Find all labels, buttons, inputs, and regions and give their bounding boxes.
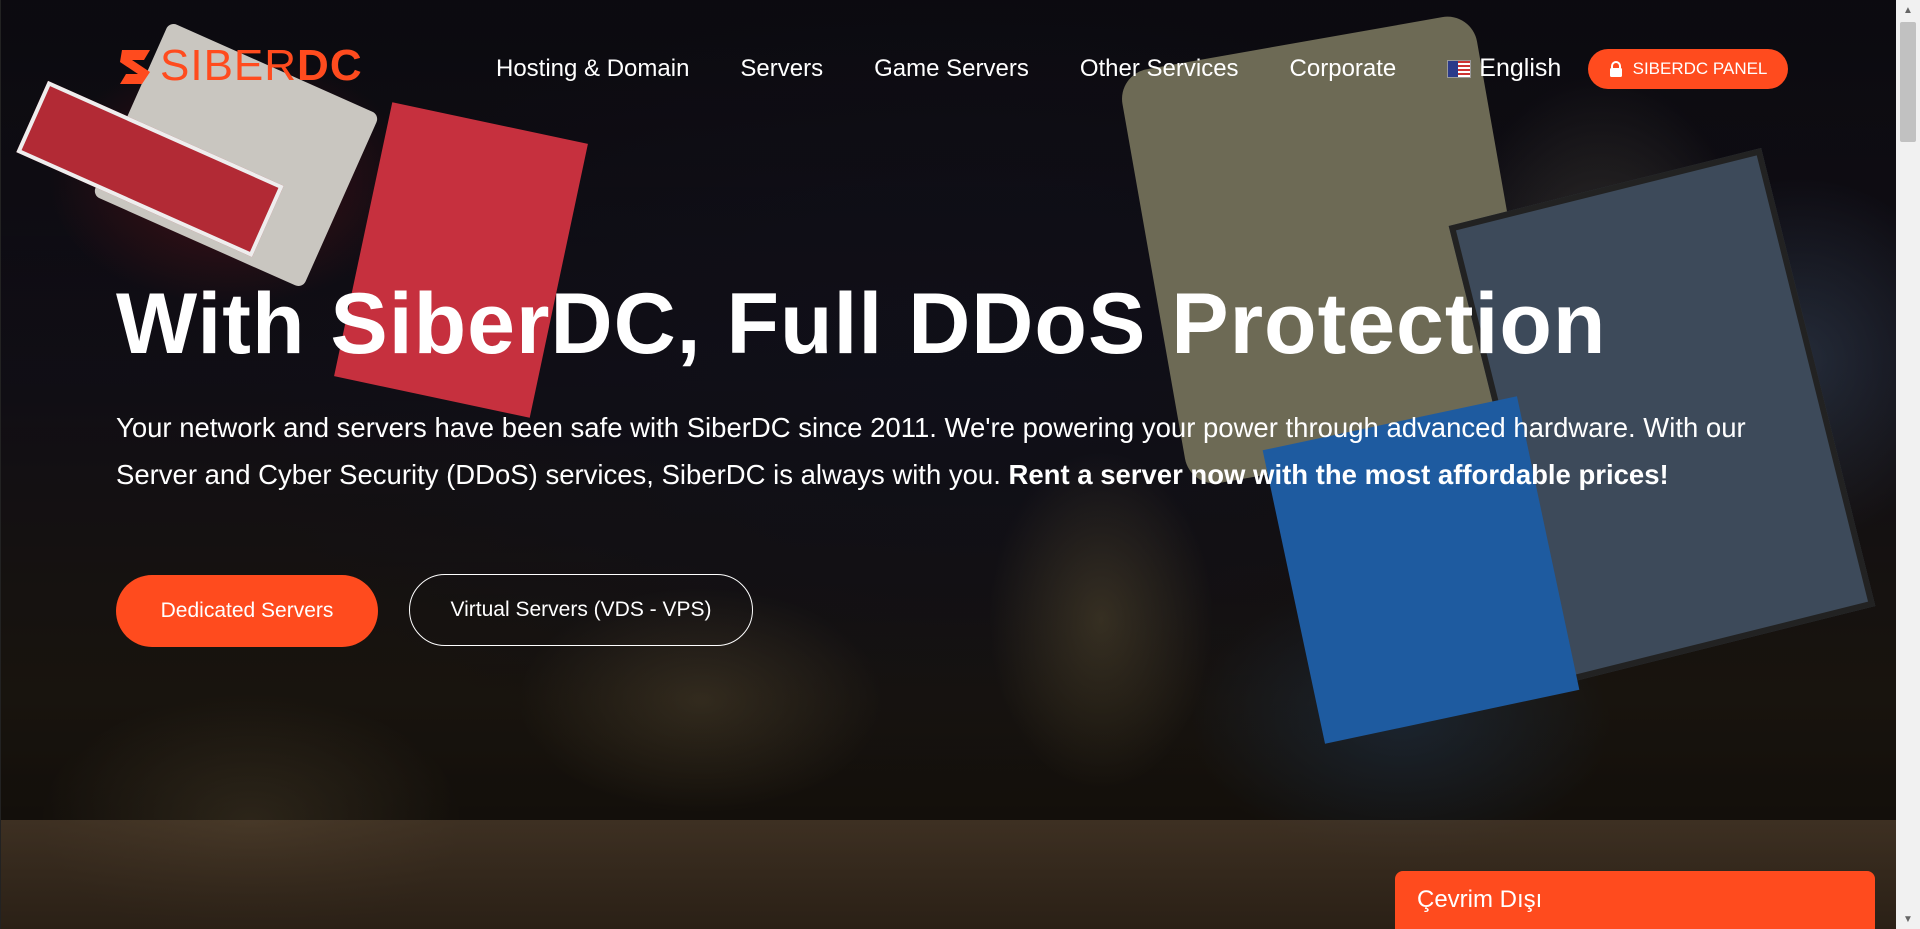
logo-text: SIBERDC: [160, 41, 363, 90]
hero-description-highlight: Rent a server now with the most affordab…: [1008, 459, 1669, 490]
page-scrollbar[interactable]: ▲ ▼: [1896, 0, 1920, 929]
virtual-servers-button[interactable]: Virtual Servers (VDS - VPS): [409, 574, 753, 646]
lock-icon: [1609, 61, 1622, 77]
scroll-down-icon[interactable]: ▼: [1896, 909, 1920, 929]
language-selector[interactable]: English: [1447, 54, 1561, 83]
hero-title: With SiberDC, Full DDoS Protection: [116, 276, 1607, 372]
nav-item-other-services[interactable]: Other Services: [1080, 55, 1239, 83]
main-nav: Hosting & Domain Servers Game Servers Ot…: [496, 54, 1561, 83]
hero-description: Your network and servers have been safe …: [116, 404, 1756, 498]
nav-item-game-servers[interactable]: Game Servers: [874, 55, 1029, 83]
language-label: English: [1479, 54, 1562, 82]
siberdc-panel-button[interactable]: SIBERDC PANEL: [1588, 49, 1788, 89]
chat-status-label: Çevrim Dışı: [1417, 886, 1543, 913]
scrollbar-thumb[interactable]: [1900, 22, 1916, 142]
dedicated-servers-button[interactable]: Dedicated Servers: [116, 575, 378, 647]
siberdc-logo[interactable]: SIBERDC: [116, 44, 363, 88]
nav-item-servers[interactable]: Servers: [740, 55, 823, 83]
nav-item-hosting-domain[interactable]: Hosting & Domain: [496, 55, 689, 83]
scroll-up-icon[interactable]: ▲: [1896, 0, 1920, 20]
logo-mark-icon: [120, 50, 150, 84]
live-chat-widget[interactable]: Çevrim Dışı: [1395, 871, 1875, 929]
us-flag-icon: [1447, 59, 1472, 78]
nav-item-corporate[interactable]: Corporate: [1290, 55, 1397, 83]
panel-button-label: SIBERDC PANEL: [1632, 59, 1768, 78]
